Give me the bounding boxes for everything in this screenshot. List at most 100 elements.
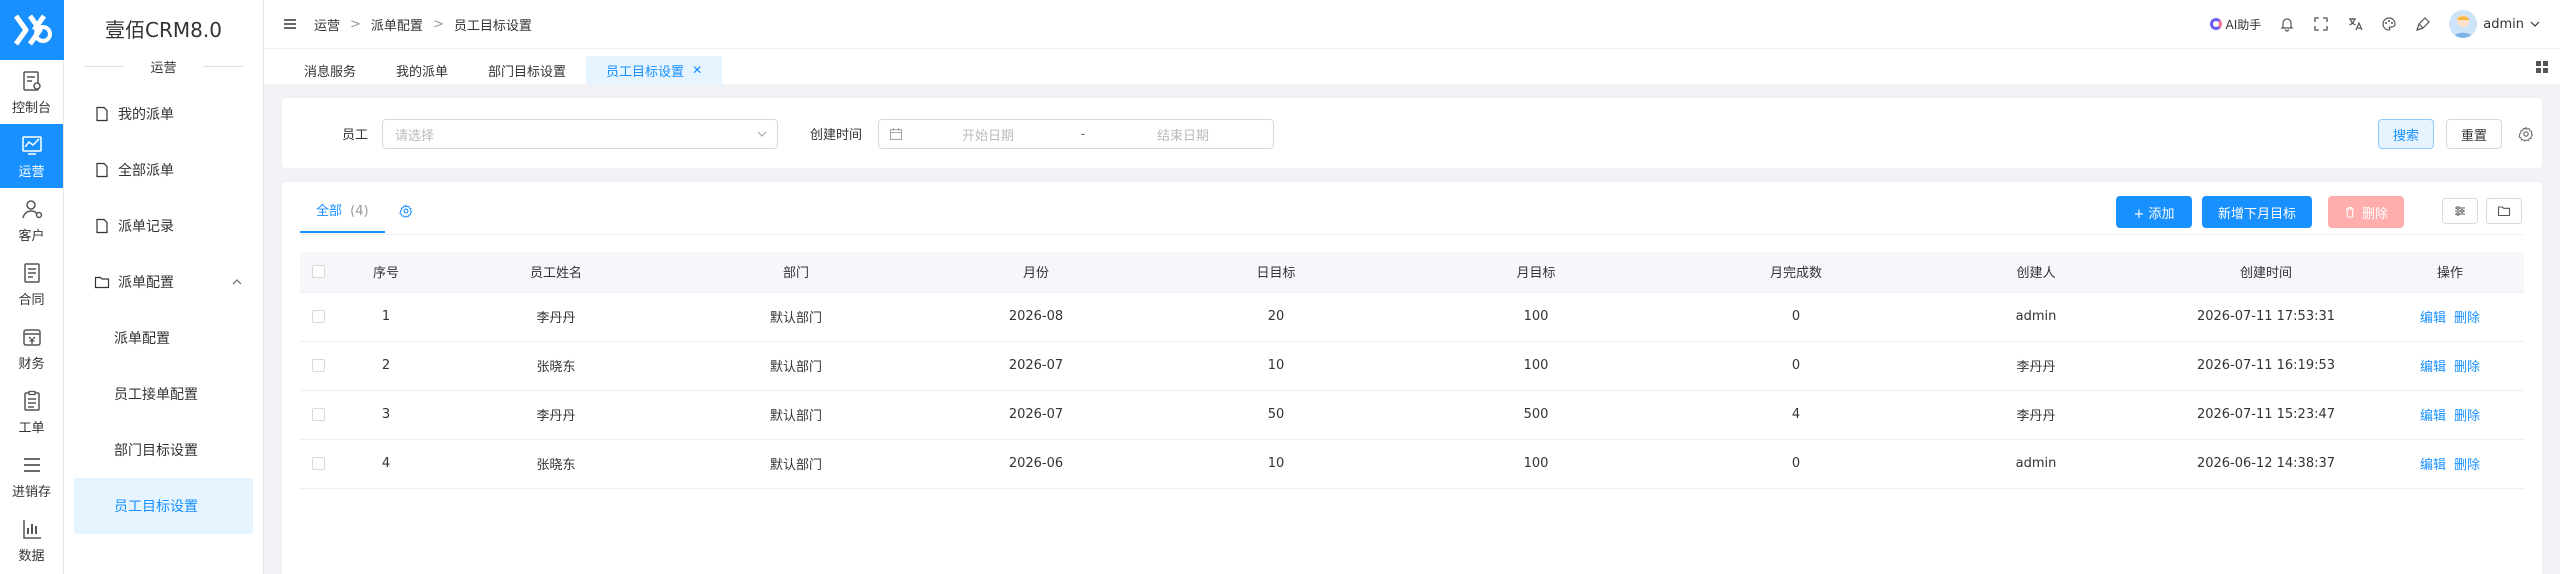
submenu-group-dispatch-config[interactable]: 派单配置 [64,254,263,310]
brush-icon[interactable] [2415,16,2431,32]
menu-toggle-icon[interactable] [282,16,298,32]
add-next-month-target-button[interactable]: 新增下月目标 [2202,196,2312,228]
column-header: 月完成数 [1676,252,1916,293]
bell-icon[interactable] [2279,16,2295,32]
tab-message-service[interactable]: 消息服务 [284,56,376,84]
tab-label: 员工目标设置 [606,64,685,80]
row-select-cell[interactable] [300,390,336,440]
dashboard-icon [22,70,41,91]
cell-monthly-done: 0 [1676,439,1916,489]
cell-monthly-done: 4 [1676,390,1916,440]
logo-icon [13,14,52,46]
delete-label: 删除 [2361,206,2388,222]
column-header: 月目标 [1396,252,1676,293]
delete-link[interactable]: 删除 [2454,409,2480,424]
date-separator: - [1080,126,1086,142]
edit-link[interactable]: 编辑 [2420,458,2446,473]
delete-link[interactable]: 删除 [2454,311,2480,326]
submenu-label: 派单配置 [118,275,174,291]
submenu-item-all-dispatch[interactable]: 全部派单 [64,142,263,198]
folder-icon [94,276,110,289]
palette-icon[interactable] [2381,16,2397,32]
column-settings-button[interactable] [2442,198,2478,224]
start-date-placeholder: 开始日期 [961,128,1014,144]
avatar [2449,10,2478,38]
search-button[interactable]: 搜索 [2378,119,2434,149]
row-checkbox[interactable] [311,408,325,421]
select-all-checkbox[interactable] [311,265,325,279]
cell-month: 2026-07 [916,341,1156,391]
tab-all-count: (4) [350,204,369,219]
employee-select[interactable]: 请选择 [382,119,778,149]
gear-icon[interactable] [2518,126,2534,142]
rail-item-workorder[interactable]: 工单 [0,380,63,444]
submenu-label: 全部派单 [118,163,174,179]
user-icon [21,199,42,218]
edit-link[interactable]: 编辑 [2420,409,2446,424]
user-menu[interactable]: admin [2449,10,2540,38]
cell-monthly-target: 100 [1396,341,1676,391]
tab-all[interactable]: 全部 (4) [300,200,385,233]
employee-label: 员工 [342,128,369,143]
rail-item-finance[interactable]: 财务 [0,316,63,380]
folder-icon [2497,206,2511,217]
tab-dept-target[interactable]: 部门目标设置 [468,56,586,84]
delete-button[interactable]: 删除 [2328,196,2404,228]
ai-assistant-button[interactable]: AI助手 [2209,16,2261,33]
translate-icon[interactable] [2347,16,2363,32]
cell-no: 1 [336,292,436,342]
avatar-icon [2453,15,2474,38]
gear-icon[interactable] [398,203,413,218]
icon-rail: 控制台 运营 客户 合同 财务 工单 进销存 数据 [0,0,64,574]
submenu-item-my-dispatch[interactable]: 我的派单 [64,86,263,142]
rail-item-data[interactable]: 数据 [0,508,63,572]
cell-actions: 编辑 删除 [2376,439,2524,489]
submenu-child-dispatch-config[interactable]: 派单配置 [64,310,263,366]
tab-all-label: 全部 [316,204,343,219]
cell-name: 张晓东 [436,439,676,489]
edit-link[interactable]: 编辑 [2420,360,2446,375]
delete-link[interactable]: 删除 [2454,458,2480,473]
row-checkbox[interactable] [311,457,325,470]
tab-employee-target[interactable]: 员工目标设置 ✕ [586,56,723,84]
breadcrumb-item[interactable]: 运营 [314,15,340,34]
rail-item-inventory[interactable]: 进销存 [0,444,63,508]
document-icon [96,106,108,122]
ai-icon [2209,18,2222,30]
rail-item-customer[interactable]: 客户 [0,188,63,252]
select-all-cell[interactable] [300,252,336,293]
rail-label: 运营 [18,164,45,180]
contract-icon [23,262,40,283]
add-button[interactable]: + 添加 [2116,196,2192,228]
logo[interactable] [0,0,64,60]
submenu-child-employee-order-config[interactable]: 员工接单配置 [64,366,263,422]
submenu-child-employee-target[interactable]: 员工目标设置 [74,478,253,534]
row-checkbox[interactable] [311,359,325,372]
sub-menu: 壹佰CRM8.0 运营 我的派单 全部派单 派单记录 派单配置 派单配置 员工接… [64,0,264,574]
submenu-child-dept-target[interactable]: 部门目标设置 [64,422,263,478]
cell-no: 3 [336,390,436,440]
close-icon[interactable]: ✕ [692,63,702,77]
grid-icon[interactable] [2534,59,2550,75]
rail-label: 财务 [18,356,45,372]
breadcrumb-item[interactable]: 派单配置 [371,15,423,34]
submenu-item-dispatch-record[interactable]: 派单记录 [64,198,263,254]
fullscreen-icon[interactable] [2313,16,2329,32]
date-range-picker[interactable]: 开始日期 - 结束日期 [878,119,1274,149]
row-select-cell[interactable] [300,292,336,342]
rail-item-contract[interactable]: 合同 [0,252,63,316]
page-tabs: 消息服务 我的派单 部门目标设置 员工目标设置 ✕ [264,48,2560,84]
tab-my-dispatch[interactable]: 我的派单 [376,56,468,84]
section-title: 运营 [64,56,263,76]
row-checkbox[interactable] [311,310,325,323]
delete-link[interactable]: 删除 [2454,360,2480,375]
folder-button[interactable] [2486,198,2522,224]
row-select-cell[interactable] [300,439,336,489]
cell-name: 李丹丹 [436,292,676,342]
table-row: 4 张晓东 默认部门 2026-06 10 100 0 admin 2026-0… [300,439,2524,489]
edit-link[interactable]: 编辑 [2420,311,2446,326]
rail-item-operations[interactable]: 运营 [0,124,63,188]
rail-item-dashboard[interactable]: 控制台 [0,60,63,124]
reset-button[interactable]: 重置 [2446,119,2502,149]
row-select-cell[interactable] [300,341,336,391]
